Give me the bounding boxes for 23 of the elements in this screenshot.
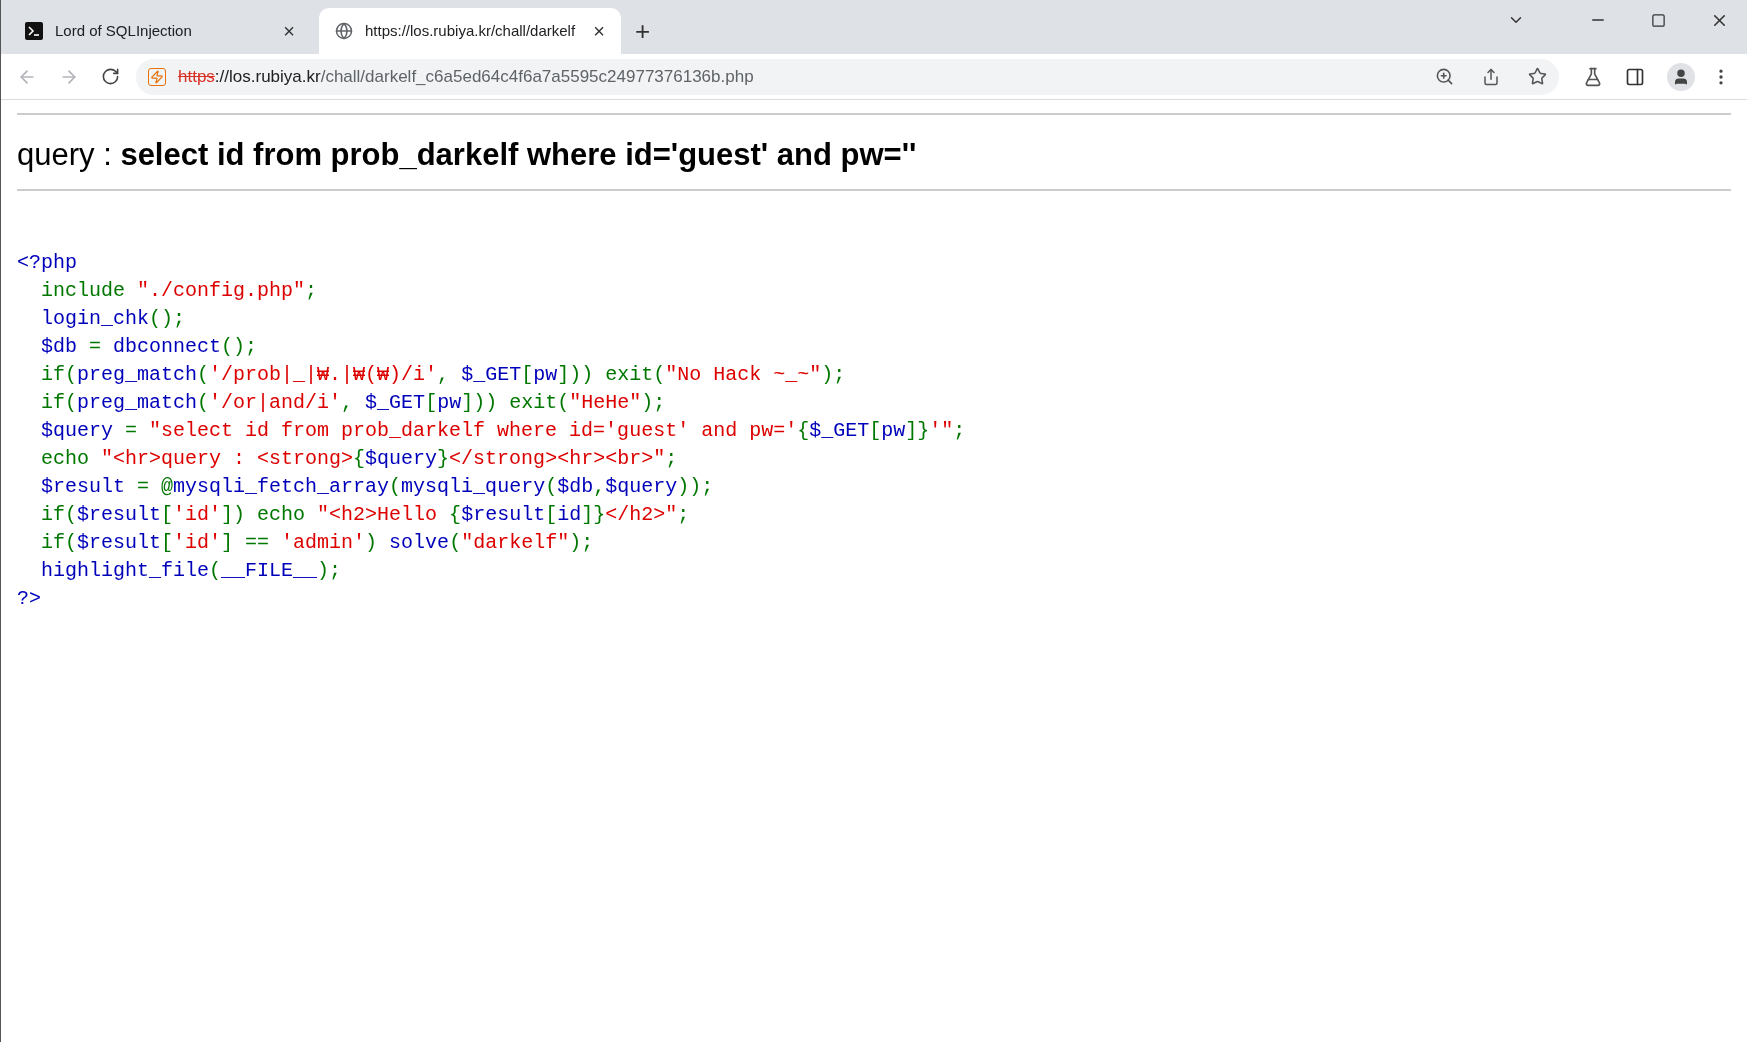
profile-avatar[interactable] (1667, 62, 1695, 91)
browser-tab[interactable]: https://los.rubiya.kr/chall/darkelf × (319, 8, 621, 54)
address-bar[interactable]: https://los.rubiya.kr/chall/darkelf_c6a5ed64c4f6a7a5595c24977376136b.php (136, 58, 1559, 95)
not-secure-icon (148, 67, 166, 86)
query-text: query : select id from prob_darkelf where id='guest' and pw='' (17, 136, 918, 174)
tab-title: https://los.rubiya.kr/chall/darkelf (365, 20, 577, 41)
close-tab-button[interactable]: × (283, 21, 295, 41)
reload-icon[interactable] (101, 67, 120, 86)
maximize-icon[interactable] (1651, 12, 1666, 28)
source-code-text: <?php include "./config.php"; login_chk(); $db = dbconnect(); if(preg_match('/prob|_|₩.|₩(₩)/i', $_GET[pw])) exit("No Hack ~_~"); if(preg_match('/or|and/i', $_GET[pw])) exit("HeHe"); $query = "select id from prob_darkelf where id='guest' and pw='{$_GET[pw]}'"; echo "<hr>query : <strong>{$query}</strong><hr><br>"; $result = @mysqli_fetch_array(mysqli_query($db,$query)); if($result['id']) echo "<h2>Hello {$result[id]}</h2>"; if($result['id'] == 'admin') solve("darkelf"); highlight_file(__FILE__); ?> (17, 250, 966, 612)
browser-tab[interactable]: Lord of SQLInjection × (9, 8, 311, 54)
tab-title: Lord of SQLInjection (55, 20, 193, 41)
new-tab-button[interactable]: + (635, 18, 651, 44)
terminal-icon (25, 22, 43, 40)
bookmark-star-icon[interactable] (1528, 67, 1547, 86)
flask-icon[interactable] (1583, 66, 1603, 87)
globe-icon (335, 22, 353, 40)
url-text: https://los.rubiya.kr/chall/darkelf_c6a5ed64c4f6a7a5595c24977376136b.php (178, 65, 755, 88)
close-tab-button[interactable]: × (593, 21, 605, 41)
side-panel-icon[interactable] (1625, 66, 1645, 87)
zoom-icon[interactable] (1435, 67, 1454, 86)
person-icon (1672, 67, 1690, 86)
share-icon[interactable] (1482, 67, 1500, 86)
